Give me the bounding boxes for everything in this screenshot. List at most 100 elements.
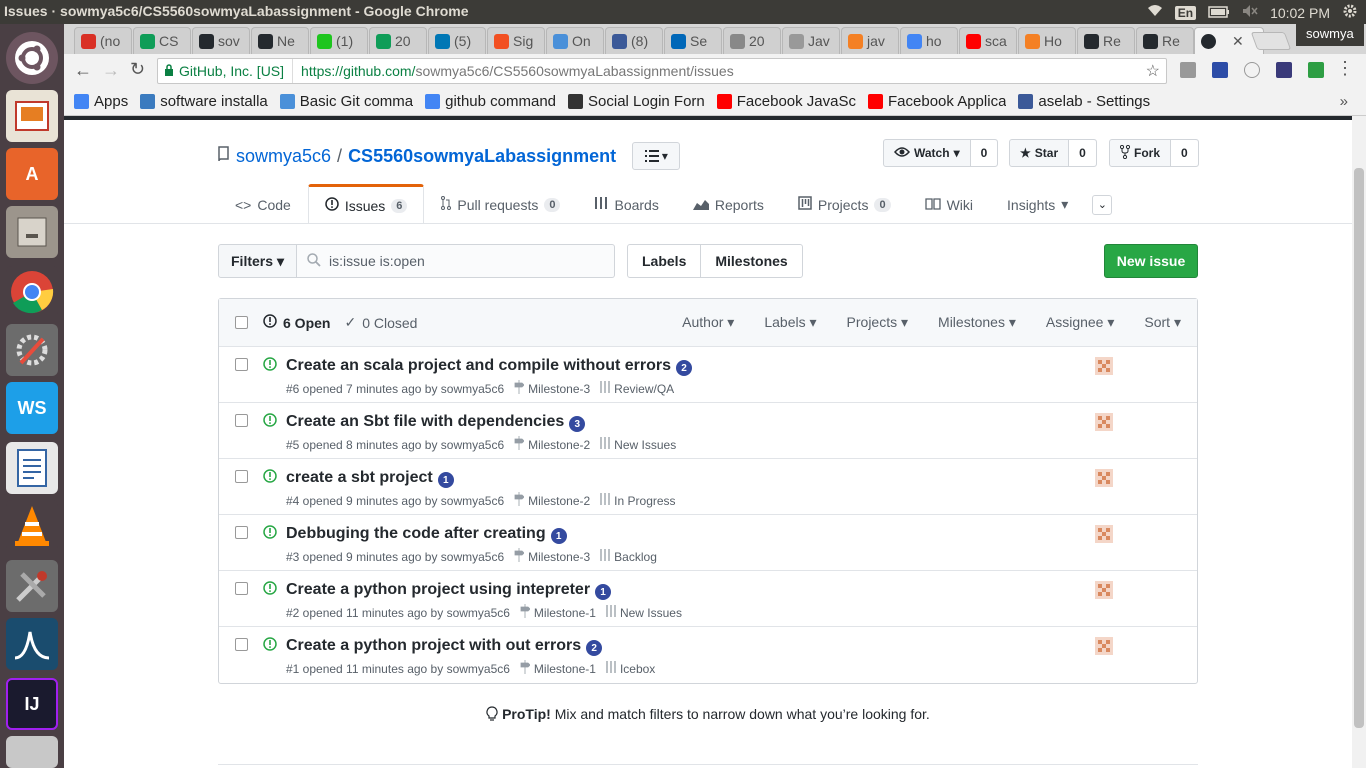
- system-tools-icon[interactable]: [6, 324, 58, 376]
- fork-count[interactable]: 0: [1170, 140, 1198, 166]
- assignee-avatar[interactable]: [1095, 413, 1113, 431]
- sort-dropdown[interactable]: Sort ▾: [1144, 314, 1181, 331]
- extension-circle-icon[interactable]: [1244, 62, 1260, 78]
- project-column-link[interactable]: Backlog: [600, 549, 657, 564]
- extension-g-icon[interactable]: [1180, 62, 1196, 78]
- tab-wiki[interactable]: Wiki: [908, 184, 990, 224]
- assignee-avatar[interactable]: [1095, 357, 1113, 375]
- chrome-browser-icon[interactable]: [6, 266, 58, 318]
- tab-8[interactable]: On: [546, 27, 604, 54]
- bookmark-item[interactable]: aselab - Settings: [1018, 93, 1150, 110]
- comment-count-badge[interactable]: 3: [569, 416, 586, 432]
- star-count[interactable]: 0: [1068, 140, 1096, 166]
- tab-pull-requests[interactable]: Pull requests 0: [424, 184, 577, 224]
- milestone-link[interactable]: Milestone-2: [514, 492, 590, 509]
- bookmark-item[interactable]: Basic Git comma: [279, 93, 413, 110]
- fork-button[interactable]: Fork 0: [1109, 139, 1199, 167]
- tab-projects[interactable]: Projects 0: [781, 184, 908, 224]
- tab-code[interactable]: <> Code: [218, 184, 308, 224]
- bookmarks-overflow-icon[interactable]: »: [1340, 93, 1348, 110]
- milestone-link[interactable]: Milestone-3: [514, 380, 590, 397]
- project-column-link[interactable]: New Issues: [600, 437, 676, 452]
- tab-7[interactable]: Sig: [487, 27, 545, 54]
- issue-checkbox[interactable]: [235, 582, 248, 595]
- new-issue-button[interactable]: New issue: [1104, 244, 1198, 278]
- ubuntu-dash-icon[interactable]: [6, 32, 58, 84]
- bookmark-item[interactable]: software installa: [140, 93, 268, 110]
- labels-button[interactable]: Labels: [628, 245, 700, 277]
- project-column-link[interactable]: Icebox: [606, 661, 655, 676]
- tab-3[interactable]: Ne: [251, 27, 309, 54]
- issue-checkbox[interactable]: [235, 526, 248, 539]
- tab-2[interactable]: sov: [192, 27, 250, 54]
- menu-kebab-icon[interactable]: ⋮: [1336, 58, 1354, 79]
- milestones-filter-dropdown[interactable]: Milestones ▾: [938, 314, 1016, 331]
- back-arrow-icon[interactable]: ←: [74, 60, 92, 81]
- writer-document-icon[interactable]: [6, 442, 58, 494]
- select-all-checkbox[interactable]: [235, 316, 248, 329]
- tab-11[interactable]: 20: [723, 27, 781, 54]
- comment-count-badge[interactable]: 1: [595, 584, 612, 600]
- tab-18[interactable]: Re: [1136, 27, 1194, 54]
- tab-14[interactable]: ho: [900, 27, 958, 54]
- vlc-cone-icon[interactable]: [6, 500, 58, 552]
- bookmark-item[interactable]: github command: [425, 93, 556, 110]
- assignee-avatar[interactable]: [1095, 581, 1113, 599]
- tab-issues[interactable]: Issues 6: [307, 184, 425, 224]
- extension-z-icon[interactable]: [1212, 62, 1228, 78]
- tab-close-icon[interactable]: ✕: [1232, 33, 1244, 50]
- battery-icon[interactable]: [1208, 5, 1230, 21]
- tab-15[interactable]: sca: [959, 27, 1017, 54]
- open-issues-filter[interactable]: 6 Open: [263, 314, 330, 331]
- filters-dropdown[interactable]: Filters ▾: [218, 244, 298, 278]
- milestone-link[interactable]: Milestone-2: [514, 436, 590, 453]
- profile-user-label[interactable]: sowmya: [1296, 24, 1364, 46]
- bookmark-item[interactable]: Apps: [74, 93, 128, 110]
- security-indicator[interactable]: GitHub, Inc. [US]: [158, 59, 294, 83]
- tab-6[interactable]: (5): [428, 27, 486, 54]
- bookmark-star-icon[interactable]: ☆: [1146, 61, 1160, 81]
- tab-boards[interactable]: Boards: [577, 184, 675, 224]
- assignee-avatar[interactable]: [1095, 469, 1113, 487]
- milestone-link[interactable]: Milestone-3: [514, 548, 590, 565]
- reload-icon[interactable]: ↻: [130, 59, 145, 80]
- tab-1[interactable]: CS: [133, 27, 191, 54]
- projects-filter-dropdown[interactable]: Projects ▾: [847, 314, 909, 331]
- tab-10[interactable]: Se: [664, 27, 722, 54]
- project-column-link[interactable]: Review/QA: [600, 381, 674, 396]
- issue-title-link[interactable]: Create an Sbt file with dependencies: [286, 413, 564, 431]
- webstorm-icon[interactable]: WS: [6, 382, 58, 434]
- settings-gear-icon[interactable]: [1342, 3, 1358, 22]
- forward-arrow-icon[interactable]: →: [102, 60, 120, 81]
- closed-issues-filter[interactable]: ✓ 0 Closed: [344, 314, 417, 331]
- bookmark-item[interactable]: Facebook JavaSc: [716, 93, 856, 110]
- extension-flag-icon[interactable]: [1276, 62, 1292, 78]
- wireshark-icon[interactable]: [6, 618, 58, 670]
- tab-0[interactable]: (no: [74, 27, 132, 54]
- issue-title-link[interactable]: create a sbt project: [286, 469, 433, 487]
- watch-button[interactable]: Watch ▾ 0: [883, 139, 999, 167]
- issue-title-link[interactable]: Debbuging the code after creating: [286, 525, 546, 543]
- repo-name-link[interactable]: CS5560sowmyaLabassignment: [348, 146, 616, 167]
- issue-title-link[interactable]: Create a python project using intepreter: [286, 581, 590, 599]
- repo-menu-button[interactable]: ▾: [632, 142, 681, 170]
- software-center-icon[interactable]: A: [6, 148, 58, 200]
- wifi-icon[interactable]: [1147, 4, 1163, 21]
- comment-count-badge[interactable]: 2: [676, 360, 692, 376]
- repo-owner-link[interactable]: sowmya5c6: [236, 146, 331, 167]
- author-filter-dropdown[interactable]: Author ▾: [682, 314, 734, 331]
- tab-13[interactable]: jav: [841, 27, 899, 54]
- milestones-button[interactable]: Milestones: [700, 245, 801, 277]
- clock[interactable]: 10:02 PM: [1270, 5, 1330, 21]
- tab-insights[interactable]: Insights ▾: [990, 184, 1085, 224]
- impress-presentation-icon[interactable]: [6, 90, 58, 142]
- comment-count-badge[interactable]: 1: [437, 472, 454, 488]
- issue-title-link[interactable]: Create a python project with out errors: [286, 637, 581, 655]
- project-column-link[interactable]: New Issues: [606, 605, 682, 620]
- star-button[interactable]: ★ Star 0: [1009, 139, 1097, 167]
- issue-checkbox[interactable]: [235, 470, 248, 483]
- tab-12[interactable]: Jav: [782, 27, 840, 54]
- bookmark-item[interactable]: Facebook Applica: [868, 93, 1006, 110]
- issue-title-link[interactable]: Create an scala project and compile with…: [286, 357, 671, 375]
- new-tab-button[interactable]: [1250, 32, 1292, 50]
